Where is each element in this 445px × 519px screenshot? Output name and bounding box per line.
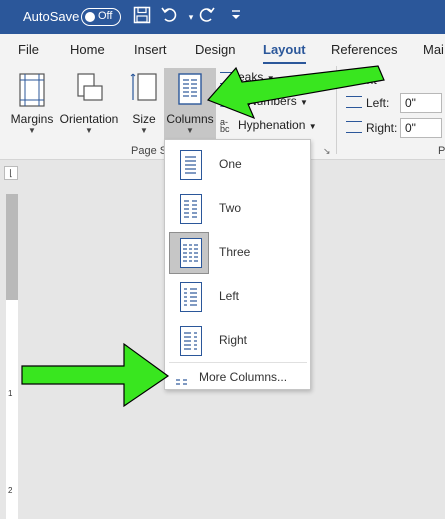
annotation-arrows bbox=[21, 65, 385, 408]
arrow-to-columns-icon bbox=[206, 65, 385, 120]
arrow-to-more-columns-icon bbox=[21, 342, 170, 408]
